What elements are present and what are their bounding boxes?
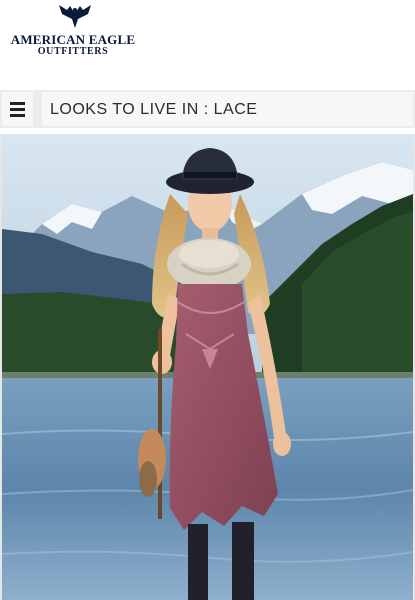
eagle-icon xyxy=(59,5,91,28)
brand-name-line2: OUTFITTERS xyxy=(37,46,109,57)
hero-photo xyxy=(2,134,413,600)
page-title-box: LOOKS TO LIVE IN : LACE xyxy=(42,92,413,126)
hero-image[interactable] xyxy=(0,134,415,600)
page-title: LOOKS TO LIVE IN : LACE xyxy=(50,101,258,118)
menu-button[interactable] xyxy=(2,92,36,126)
brand-logo[interactable]: AMERICAN EAGLE OUTFITTERS xyxy=(8,2,138,58)
hamburger-menu-icon xyxy=(10,99,25,120)
title-bar: LOOKS TO LIVE IN : LACE xyxy=(0,90,415,128)
site-header: AMERICAN EAGLE OUTFITTERS xyxy=(0,0,415,88)
